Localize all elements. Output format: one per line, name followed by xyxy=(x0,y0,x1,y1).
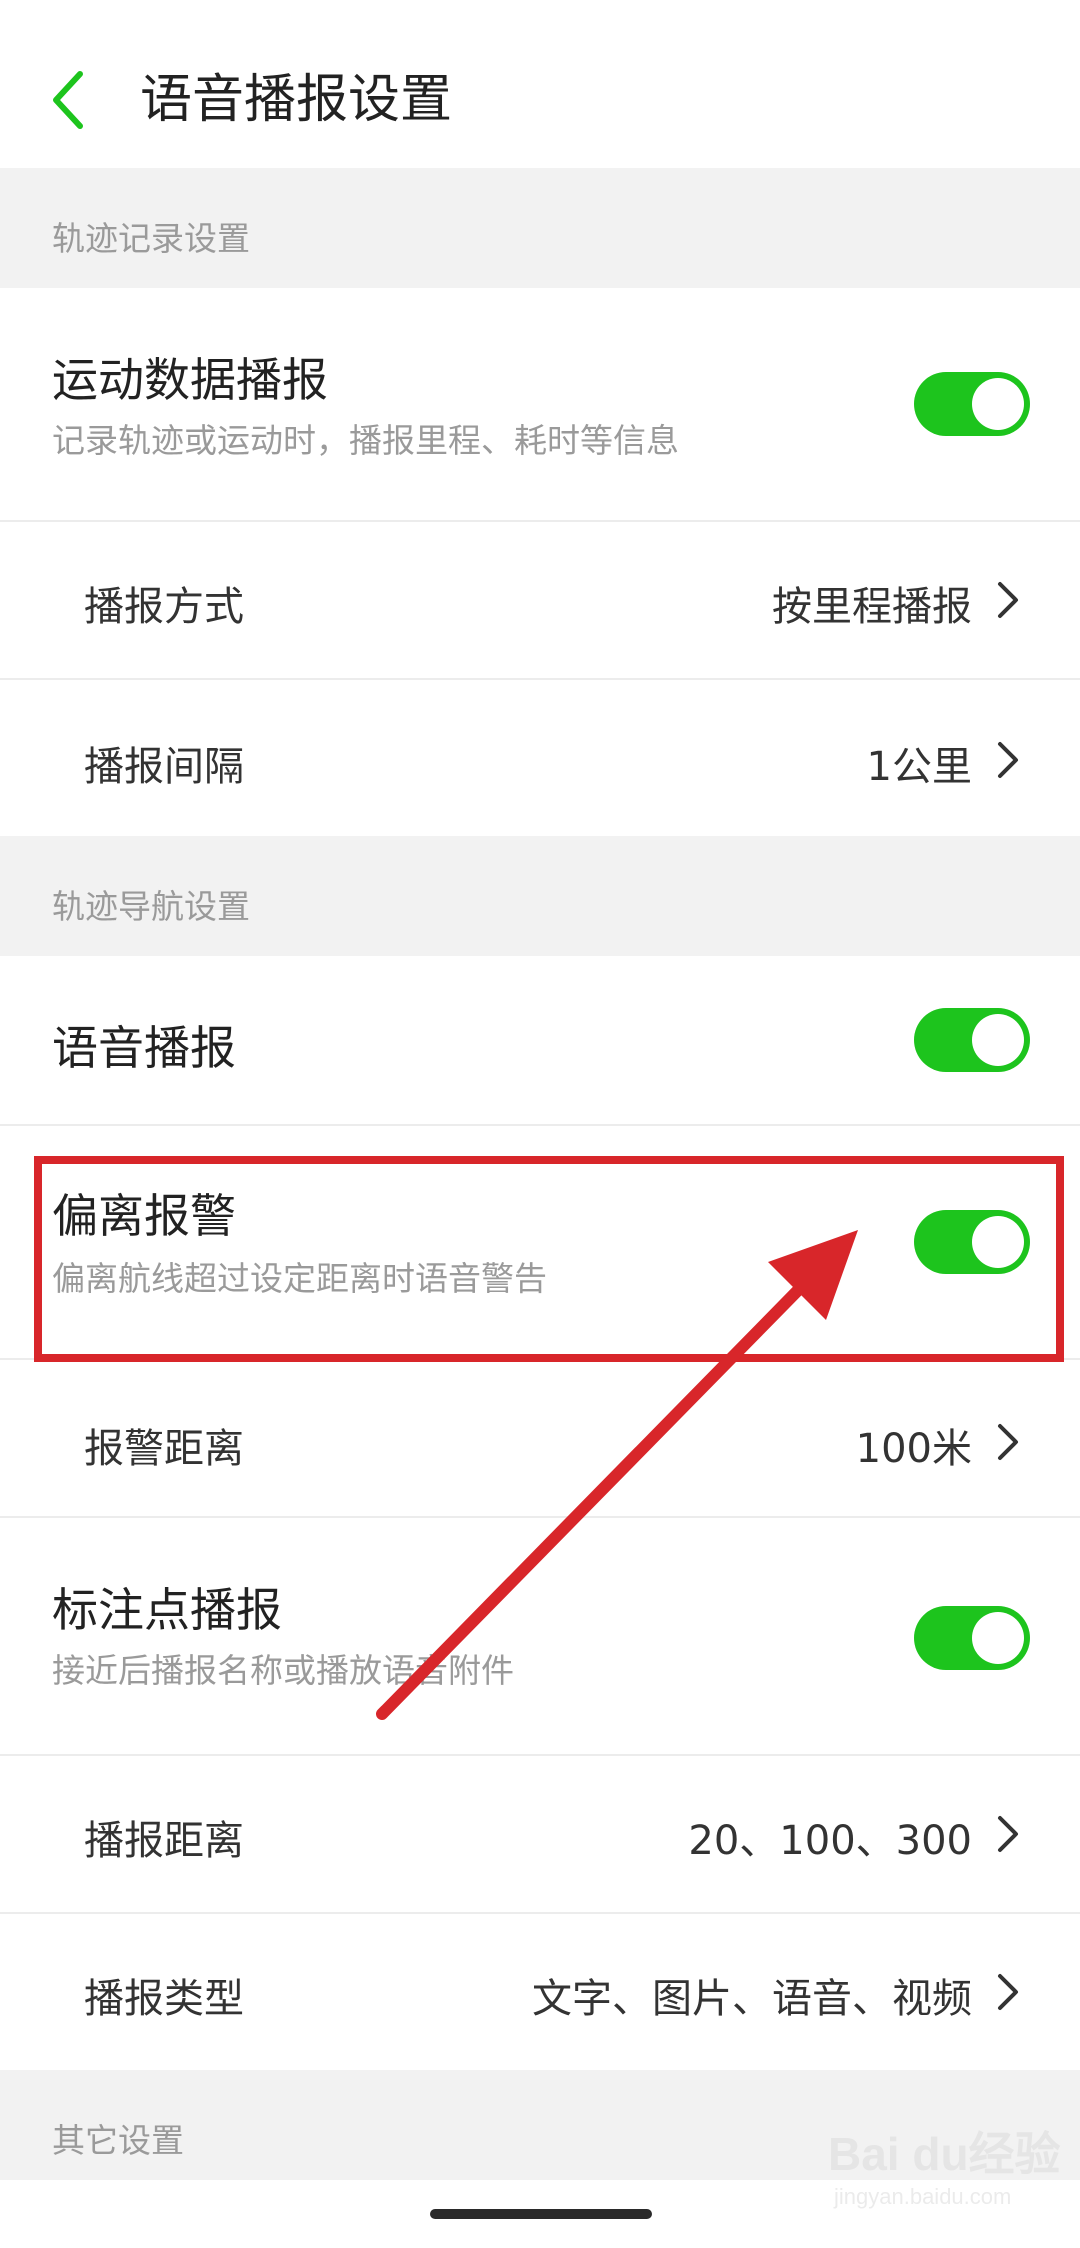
chevron-right-icon xyxy=(998,582,1018,618)
section-header-track-record: 轨迹记录设置 xyxy=(0,168,1080,288)
row-subtitle: 记录轨迹或运动时，播报里程、耗时等信息 xyxy=(52,421,679,460)
row-voice-broadcast[interactable]: 语音播报 xyxy=(0,956,1080,1124)
row-title: 播报类型 xyxy=(84,1976,244,2022)
row-sport-data-broadcast[interactable]: 运动数据播报 记录轨迹或运动时，播报里程、耗时等信息 xyxy=(0,288,1080,520)
row-subtitle: 接近后播报名称或播放语音附件 xyxy=(52,1651,514,1690)
back-button[interactable] xyxy=(36,58,100,142)
row-title: 播报距离 xyxy=(84,1818,244,1864)
row-title: 运动数据播报 xyxy=(52,353,328,407)
row-waypoint-broadcast[interactable]: 标注点播报 接近后播报名称或播放语音附件 xyxy=(0,1518,1080,1754)
row-broadcast-mode[interactable]: 播报方式 按里程播报 xyxy=(0,522,1080,678)
waypoint-broadcast-toggle[interactable] xyxy=(914,1606,1030,1670)
row-title: 播报方式 xyxy=(84,584,244,630)
chevron-right-icon xyxy=(998,1974,1018,2010)
watermark-logo: Bai du经验 jingyan.baidu.com xyxy=(828,2118,1061,2228)
section-label: 轨迹记录设置 xyxy=(52,219,250,258)
app-header: 语音播报设置 xyxy=(0,0,1080,168)
row-broadcast-type[interactable]: 播报类型 文字、图片、语音、视频 xyxy=(0,1914,1080,2070)
chevron-right-icon xyxy=(998,742,1018,778)
row-value: 1公里 xyxy=(866,744,972,790)
row-value: 文字、图片、语音、视频 xyxy=(532,1976,972,2022)
watermark-url: jingyan.baidu.com xyxy=(834,2184,1012,2209)
row-value: 100米 xyxy=(855,1426,972,1472)
section-header-track-navigation: 轨迹导航设置 xyxy=(0,836,1080,956)
chevron-right-icon xyxy=(998,1816,1018,1852)
chevron-right-icon xyxy=(998,1424,1018,1460)
row-title: 标注点播报 xyxy=(52,1583,282,1637)
watermark-brand: Bai du经验 xyxy=(828,2128,1061,2180)
row-title: 报警距离 xyxy=(84,1426,244,1472)
voice-broadcast-toggle[interactable] xyxy=(914,1008,1030,1072)
section-label: 轨迹导航设置 xyxy=(52,887,250,926)
chevron-left-icon xyxy=(53,71,83,129)
home-indicator[interactable] xyxy=(430,2209,652,2219)
row-value: 20、100、300 xyxy=(688,1818,972,1864)
sport-data-toggle[interactable] xyxy=(914,372,1030,436)
row-alarm-distance[interactable]: 报警距离 100米 xyxy=(0,1360,1080,1516)
row-value: 按里程播报 xyxy=(772,584,972,630)
row-broadcast-distance[interactable]: 播报距离 20、100、300 xyxy=(0,1756,1080,1912)
row-title: 播报间隔 xyxy=(84,744,244,790)
row-title: 语音播报 xyxy=(52,1021,236,1075)
annotation-highlight-box xyxy=(34,1156,1064,1362)
row-broadcast-interval[interactable]: 播报间隔 1公里 xyxy=(0,680,1080,836)
page-title: 语音播报设置 xyxy=(140,70,453,130)
section-label: 其它设置 xyxy=(52,2121,184,2160)
